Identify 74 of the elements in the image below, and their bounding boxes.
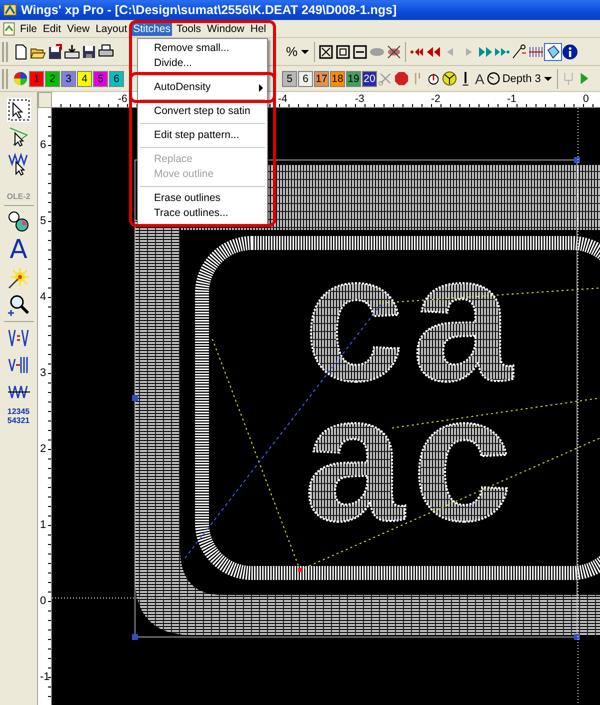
save-as-icon[interactable] (47, 44, 63, 60)
shapes-palette-icon[interactable] (6, 210, 30, 234)
thread-color-button[interactable]: 6 (298, 70, 313, 86)
zoom-percent-label: % (286, 44, 298, 59)
submenu-arrow-icon (259, 84, 263, 92)
ruler-label: -3 (355, 93, 364, 105)
ruler-label: -4 (278, 93, 288, 105)
dropdown-arrow-icon[interactable] (300, 48, 309, 56)
wand-icon[interactable] (510, 44, 527, 60)
menu-option[interactable]: Trace outlines... (138, 206, 267, 221)
menu-option[interactable]: Edit step pattern... (138, 128, 267, 143)
thread-color-button[interactable]: 5 (282, 70, 297, 86)
text-tool-button[interactable]: A (474, 70, 486, 86)
sequence-number-label: 54321 (7, 416, 30, 425)
thread-color-button[interactable]: 19 (346, 70, 361, 86)
menu-option[interactable]: Divide... (138, 56, 267, 71)
menu-option[interactable]: Remove small... (138, 41, 267, 56)
thread-color-button[interactable]: 6 (109, 70, 124, 86)
toolbar-grip (2, 42, 8, 62)
ruler-label: 1 (40, 519, 46, 531)
sequence-number-label: 12345 (7, 407, 30, 416)
menu-item[interactable]: Edit (40, 23, 64, 36)
document-icon (2, 22, 16, 36)
sequence-tool-button[interactable]: 12345 54321 (7, 407, 30, 425)
framed-minus-icon[interactable] (352, 44, 368, 60)
lettering-tool-button[interactable]: A (10, 237, 28, 263)
new-file-icon[interactable] (13, 44, 29, 60)
thread-color-button[interactable]: 17 (314, 70, 329, 86)
submenu-item[interactable]: AutoDensity (138, 80, 267, 95)
dropdown-arrow-icon[interactable] (544, 74, 552, 82)
info-icon[interactable] (562, 44, 578, 60)
menu-option[interactable]: Erase outlines (138, 191, 267, 206)
app-icon (3, 3, 17, 17)
thread-color-button[interactable]: 4 (77, 70, 92, 86)
menu-item[interactable]: Stitches (131, 23, 172, 36)
import-icon[interactable] (64, 44, 80, 60)
thread-color-button[interactable]: 18 (330, 70, 345, 86)
toolbar-grip (2, 68, 8, 88)
menu-item[interactable]: Window (205, 23, 246, 36)
ruler-label: 0 (40, 595, 46, 607)
stop-sign-icon[interactable] (394, 71, 409, 86)
crossed-eye-icon[interactable] (386, 44, 402, 60)
stitch-pointer-icon[interactable] (6, 152, 30, 176)
ruler-label: 5 (40, 215, 46, 227)
menu-item[interactable]: File (18, 23, 39, 36)
ruler-label: -1 (40, 671, 50, 683)
thread-color-button[interactable]: 1 (29, 70, 44, 86)
ruler-label: -2 (431, 93, 440, 105)
thread-color-button[interactable]: 3 (61, 70, 76, 86)
thread-color-button[interactable]: 5 (93, 70, 108, 86)
menu-item[interactable]: View (65, 23, 92, 36)
crossed-frame-icon[interactable] (318, 44, 334, 60)
ruler-label: 4 (40, 291, 46, 303)
printer-icon[interactable] (98, 44, 114, 60)
thread-color-button[interactable]: 20 (362, 70, 377, 86)
ruler-label: 0 (583, 93, 589, 105)
menu-item[interactable]: Hel (248, 23, 268, 36)
ruler-label: -6 (118, 93, 128, 105)
sun-wand-icon[interactable] (6, 266, 30, 290)
ruler-label: -1 (507, 93, 516, 105)
menu-item[interactable]: Layout (94, 23, 130, 36)
color-wheel-icon[interactable] (13, 71, 28, 86)
select-arrow-icon[interactable] (6, 98, 30, 122)
ruler-label: 6 (40, 139, 46, 151)
shape-tool-icon[interactable] (544, 44, 561, 60)
window-title: Wings' xp Pro - [C:\Design\sumat\2556\K.DEAT 249\D008-1.ngs] (21, 3, 397, 17)
menu-item[interactable]: Tools (174, 23, 203, 36)
ruler-label: 3 (40, 367, 46, 379)
depth-dropdown[interactable]: Depth 3 (502, 72, 541, 84)
clock-icon[interactable] (486, 71, 502, 86)
thread-color-button[interactable]: 2 (45, 70, 60, 86)
ruler-label: 2 (40, 443, 46, 455)
zoom-in-icon[interactable] (6, 293, 30, 317)
save-icon[interactable] (81, 44, 97, 60)
